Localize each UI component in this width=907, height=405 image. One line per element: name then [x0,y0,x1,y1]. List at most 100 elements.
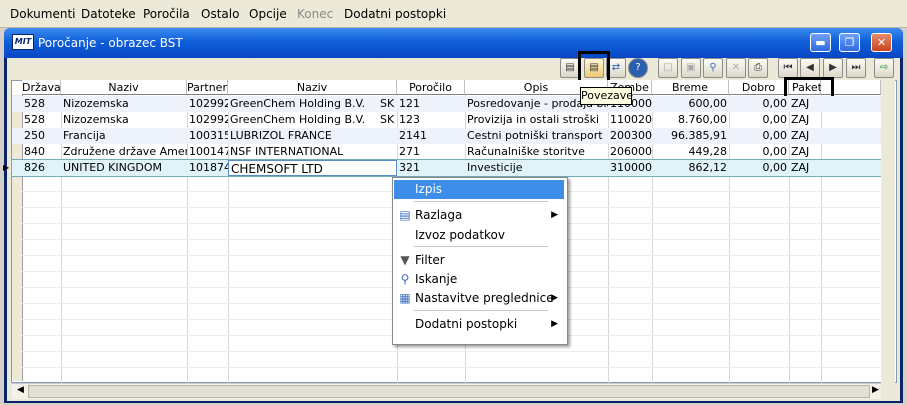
menu-dokumenti[interactable]: Dokumenti [10,7,75,21]
table-row[interactable]: 840 Združene države Amerike 100147 NSF I… [12,144,881,160]
cell-zembe: 206000 [610,145,652,158]
cell-opis: Cestni potniški transport [467,129,603,142]
menu-item-label: Izpis [415,182,443,196]
submenu-arrow-icon: ▶ [551,293,558,303]
menu-item-label: Nastavitve preglednice [415,291,554,305]
exit-icon[interactable]: ⇨ [874,58,894,78]
cell-partner: 100315 [189,129,228,142]
horizontal-scroll-thumb[interactable] [28,385,870,398]
cell-breme: 449,28 [688,145,728,158]
open-folder-icon[interactable]: ▣ [681,58,701,78]
cell-porocilo-bst: 123 [399,113,420,126]
first-record-icon[interactable]: ⏮ [778,58,798,78]
cell-partner: 102992 [189,97,228,110]
column-header-breme[interactable]: Breme [652,80,729,95]
cell-opis: Provizija in ostali stroški [467,113,599,126]
row-pointer-icon: ▶ [3,163,10,172]
explain-icon[interactable]: ▤ [560,58,580,78]
new-document-icon[interactable]: □ [658,58,678,78]
column-header-partner[interactable]: Partner [187,80,228,95]
menu-item-izpis[interactable]: Izpis [394,180,564,199]
cell-zembe: 200300 [610,129,652,142]
cell-partner: 100147 [189,145,228,158]
cell-partner-naziv: NSF INTERNATIONAL [230,145,344,158]
cell-zembe: 110020 [610,113,652,126]
cell-partner: 102992 [189,113,228,126]
vertical-scrollbar-area [881,80,895,383]
previous-record-icon[interactable]: ◀ [800,58,820,78]
menu-separator [414,246,548,247]
menu-item-iskanje[interactable]: ⚲ Iskanje [394,270,564,289]
menu-item-label: Razlaga [415,208,463,222]
close-button[interactable]: ✕ [871,33,892,52]
cell-naziv: Nizozemska [63,113,129,126]
cell-partner: 101874 [189,161,228,174]
cell-naziv: Nizozemska [63,97,129,110]
delete-icon[interactable]: ✕ [726,58,746,78]
cell-partner-naziv: GreenChem Holding B.V. [230,113,366,126]
cell-porocilo-bst: 321 [399,161,420,174]
grid-line [22,367,882,368]
cell-partner-naziv: LUBRIZOL FRANCE [230,129,332,142]
cell-dobro: 0,00 [762,161,788,174]
cell-drzava: 840 [24,145,45,158]
minimize-button[interactable]: ▬ [810,33,831,52]
menu-item-label: Filter [415,253,445,267]
menu-item-razlaga[interactable]: ▤ Razlaga ▶ [394,206,564,225]
cell-paket: ZAJ [791,161,810,174]
restore-button[interactable]: ❐ [839,33,860,52]
explain-icon: ▤ [399,208,411,222]
menu-item-filter[interactable]: ▼ Filter [394,251,564,270]
submenu-arrow-icon: ▶ [551,319,558,329]
app-logo-icon: MIT [12,34,34,50]
submenu-arrow-icon: ▶ [551,210,558,220]
cell-dobro: 0,00 [762,97,788,110]
cell-breme: 96.385,91 [671,129,727,142]
menu-datoteke[interactable]: Datoteke [81,7,136,21]
menu-ostalo[interactable]: Ostalo [201,7,239,21]
scroll-left-icon[interactable]: ◀ [15,385,26,396]
search-icon: ⚲ [400,272,410,286]
cell-paket: ZAJ [791,113,810,126]
menu-konec[interactable]: Konec [297,7,333,21]
menu-bar: Dokumenti Datoteke Poročila Ostalo Opcij… [0,0,907,28]
cell-paket: ZAJ [791,145,810,158]
tooltip-povezave: Povezave [580,87,633,105]
column-header-dobro[interactable]: Dobro [729,80,789,95]
window-title: Poročanje - obrazec BST [38,36,183,50]
menu-dodatni-postopki[interactable]: Dodatni postopki [344,7,446,21]
menu-opcije[interactable]: Opcije [249,7,287,21]
scroll-right-icon[interactable]: ▶ [870,385,881,396]
menu-separator [414,310,548,311]
menu-porocila[interactable]: Poročila [143,7,190,21]
help-icon[interactable]: ? [628,58,648,78]
cell-porocilo-bst: 121 [399,97,420,110]
column-header-partner-naziv[interactable]: Naziv [228,80,397,95]
column-header-porocilo-bst[interactable]: Poročilo BST [397,80,465,109]
cell-naziv: Francija [63,129,106,142]
table-row-selected[interactable]: ▶ 826 UNITED KINGDOM 101874 CHEMSOFT LTD… [3,159,882,177]
table-row[interactable]: 528 Nizozemska 102992 GreenChem Holding … [12,96,881,112]
menu-item-izvoz-podatkov[interactable]: Izvoz podatkov [394,226,564,245]
cell-porocilo-bst: 271 [399,145,420,158]
cell-naziv: Združene države Amerike [63,145,187,158]
print-icon[interactable]: ⎙ [748,58,768,78]
search-icon[interactable]: ⚲ [703,58,723,78]
column-header-naziv[interactable]: Naziv [61,80,187,95]
last-record-icon[interactable]: ⏭ [846,58,866,78]
cell-drzava: 250 [24,129,45,142]
cell-dobro: 0,00 [762,113,788,126]
cell-partner-naziv-editor[interactable]: CHEMSOFT LTD [228,160,397,176]
cell-dobro: 0,00 [762,129,788,142]
cell-country-code: SK [380,113,395,126]
cell-drzava: 528 [24,113,45,126]
next-record-icon[interactable]: ▶ [823,58,843,78]
cell-paket: ZAJ [791,129,810,142]
menu-item-dodatni-postopki[interactable]: Dodatni postopki ▶ [394,315,564,334]
table-row[interactable]: 250 Francija 100315 LUBRIZOL FRANCE 2141… [12,128,881,144]
cell-dobro: 0,00 [762,145,788,158]
menu-separator [414,201,548,202]
column-header-drzava[interactable]: Država [22,80,61,95]
menu-item-nastavitve-preglednice[interactable]: ▦ Nastavitve preglednice ▶ [394,289,564,308]
table-row[interactable]: 528 Nizozemska 102992 GreenChem Holding … [12,112,881,128]
